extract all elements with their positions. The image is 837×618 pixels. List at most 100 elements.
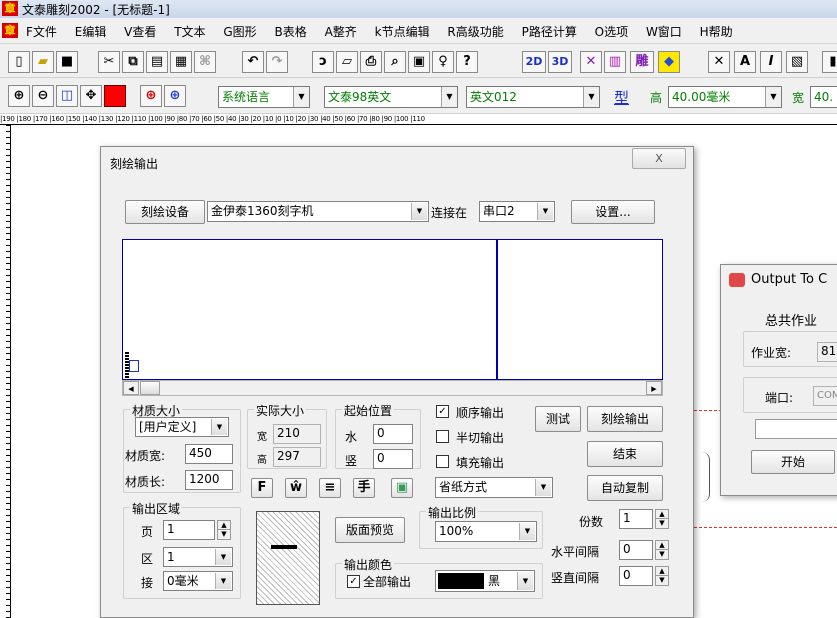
x-tool-icon[interactable]: ✕ bbox=[580, 51, 602, 73]
menu-path-calc[interactable]: P路径计算 bbox=[522, 23, 577, 40]
port-select[interactable]: 串口2 ▼ bbox=[479, 201, 555, 222]
copies-input[interactable]: 1 bbox=[619, 509, 653, 529]
print-icon[interactable]: ⎙ bbox=[360, 51, 382, 73]
text-a-icon[interactable]: A bbox=[734, 51, 756, 73]
english-font-select[interactable]: 英文012 ▼ bbox=[466, 86, 600, 108]
scale-icon[interactable]: ✕ bbox=[708, 51, 730, 73]
layout-preview-button[interactable]: 版面预览 bbox=[335, 517, 405, 543]
close-button[interactable]: X bbox=[632, 148, 686, 169]
hand-icon[interactable]: 手 bbox=[353, 478, 375, 498]
join-select[interactable]: 0毫米 ▼ bbox=[163, 571, 233, 591]
height-select[interactable]: 40.00毫米 ▼ bbox=[668, 86, 782, 108]
zoom-red-icon[interactable]: ⊕ bbox=[140, 85, 162, 107]
help-icon[interactable]: ? bbox=[456, 51, 478, 73]
page-stepper[interactable]: ▲ ▼ bbox=[217, 520, 231, 540]
italic-shape-icon[interactable]: ▱ bbox=[336, 51, 358, 73]
format-f-icon[interactable]: F bbox=[251, 478, 273, 498]
menu-view[interactable]: V查看 bbox=[124, 23, 156, 40]
zoom-in-icon[interactable]: ⊕ bbox=[8, 85, 30, 107]
open-folder-icon[interactable]: ▰ bbox=[32, 51, 54, 73]
chinese-font-select[interactable]: 文泰98英文 ▼ bbox=[324, 86, 458, 108]
frame-icon[interactable]: ▣ bbox=[408, 51, 430, 73]
all-output-checkbox[interactable]: ✓ bbox=[347, 575, 360, 588]
paper-mode-select[interactable]: 省纸方式 ▼ bbox=[435, 477, 553, 498]
h-gap-input[interactable]: 0 bbox=[619, 540, 653, 560]
menu-text[interactable]: T文本 bbox=[174, 23, 205, 40]
menu-file[interactable]: F文件 bbox=[26, 23, 57, 40]
3d-mode-button[interactable]: 3D bbox=[548, 51, 572, 73]
type-label[interactable]: 型 bbox=[614, 87, 629, 108]
red-color-icon[interactable] bbox=[104, 85, 126, 107]
v-gap-stepper[interactable]: ▲ ▼ bbox=[655, 566, 669, 586]
material-width-input[interactable]: 450 bbox=[185, 444, 233, 464]
sequential-output-checkbox[interactable]: ✓ bbox=[436, 405, 449, 418]
auto-copy-button[interactable]: 自动复制 bbox=[587, 475, 663, 501]
start-button[interactable]: 开始 bbox=[751, 450, 835, 474]
carve-output-button[interactable]: 刻绘输出 bbox=[587, 406, 663, 432]
device-button[interactable]: 刻绘设备 bbox=[125, 200, 205, 224]
menu-options[interactable]: O选项 bbox=[595, 23, 628, 40]
menu-table[interactable]: B表格 bbox=[275, 23, 307, 40]
menu-align[interactable]: A整齐 bbox=[325, 23, 357, 40]
format-brush-icon[interactable]: ⌘ bbox=[194, 51, 216, 73]
menu-edit[interactable]: E编辑 bbox=[75, 23, 107, 40]
menu-graphics[interactable]: G图形 bbox=[223, 23, 256, 40]
language-select[interactable]: 系统语言 ▼ bbox=[218, 86, 310, 108]
page-input[interactable]: 1 bbox=[163, 520, 215, 540]
zoom-blue-icon[interactable]: ⊕ bbox=[164, 85, 186, 107]
test-button[interactable]: 测试 bbox=[535, 406, 581, 432]
width-input[interactable]: 40. bbox=[810, 86, 837, 108]
lines-icon[interactable]: ≡ bbox=[319, 478, 341, 498]
pattern-icon[interactable]: ▥ bbox=[604, 51, 626, 73]
zone-select[interactable]: 1 ▼ bbox=[163, 547, 233, 567]
menu-window[interactable]: W窗口 bbox=[646, 23, 682, 40]
menu-advanced[interactable]: R高级功能 bbox=[447, 23, 503, 40]
document-icon[interactable]: 章 bbox=[2, 23, 18, 38]
more-icon[interactable]: ▮ bbox=[822, 51, 837, 73]
undo-icon[interactable]: ↶ bbox=[242, 51, 264, 73]
redo-icon[interactable]: ↷ bbox=[266, 51, 288, 73]
start-horizontal-input[interactable]: 0 bbox=[373, 424, 413, 444]
italic-icon[interactable]: I bbox=[760, 51, 782, 73]
fill-output-checkbox[interactable] bbox=[436, 455, 449, 468]
color-select[interactable]: 黑 ▼ bbox=[435, 570, 535, 592]
pan-icon[interactable]: ✥ bbox=[80, 85, 102, 107]
grid-icon[interactable]: ▦ bbox=[170, 51, 192, 73]
2d-mode-button[interactable]: 2D bbox=[522, 51, 546, 73]
print-preview-icon[interactable]: ⌕ bbox=[384, 51, 406, 73]
save-icon[interactable]: ■ bbox=[56, 51, 78, 73]
dialog2-title: Output To C bbox=[751, 272, 828, 287]
outline-icon[interactable]: ↄ bbox=[312, 51, 334, 73]
scroll-left-icon[interactable]: ◀ bbox=[123, 381, 139, 395]
material-length-input[interactable]: 1200 bbox=[185, 470, 233, 490]
hint-icon[interactable]: ♀ bbox=[432, 51, 454, 73]
material-preset-select[interactable]: [用户定义] ▼ bbox=[135, 417, 229, 437]
device-select[interactable]: 金伊泰1360刻字机 ▼ bbox=[207, 201, 429, 222]
paste-icon[interactable]: ▤ bbox=[146, 51, 168, 73]
start-vertical-input[interactable]: 0 bbox=[373, 449, 413, 469]
zoom-fit-icon[interactable]: ◫ bbox=[56, 85, 78, 107]
v-gap-input[interactable]: 0 bbox=[619, 566, 653, 586]
carve-button[interactable]: 雕 bbox=[630, 51, 654, 73]
port-label: 端口: bbox=[765, 391, 794, 405]
text-frame-icon[interactable]: ▧ bbox=[786, 51, 808, 73]
copies-stepper[interactable]: ▲ ▼ bbox=[655, 509, 669, 529]
zoom-out-icon[interactable]: ⊖ bbox=[32, 85, 54, 107]
cut-icon[interactable]: ✂ bbox=[98, 51, 120, 73]
scroll-right-icon[interactable]: ▶ bbox=[646, 381, 662, 395]
scroll-thumb[interactable] bbox=[140, 381, 160, 395]
scale-select[interactable]: 100% ▼ bbox=[435, 521, 537, 542]
color-tool-icon[interactable]: ◆ bbox=[658, 51, 680, 73]
end-button[interactable]: 结束 bbox=[587, 441, 663, 467]
actual-width-value: 210 bbox=[273, 424, 321, 444]
half-cut-checkbox[interactable] bbox=[436, 430, 449, 443]
figure-icon[interactable]: ŵ bbox=[285, 478, 307, 498]
menu-node-edit[interactable]: k节点编辑 bbox=[375, 23, 430, 40]
image-icon[interactable]: ▣ bbox=[391, 478, 413, 498]
new-file-icon[interactable]: ▯ bbox=[8, 51, 30, 73]
preview-scrollbar[interactable]: ◀ ▶ bbox=[122, 380, 663, 396]
settings-button[interactable]: 设置... bbox=[571, 200, 655, 224]
h-gap-stepper[interactable]: ▲ ▼ bbox=[655, 540, 669, 560]
menu-help[interactable]: H帮助 bbox=[700, 23, 733, 40]
copy-icon[interactable]: ⧉ bbox=[122, 51, 144, 73]
